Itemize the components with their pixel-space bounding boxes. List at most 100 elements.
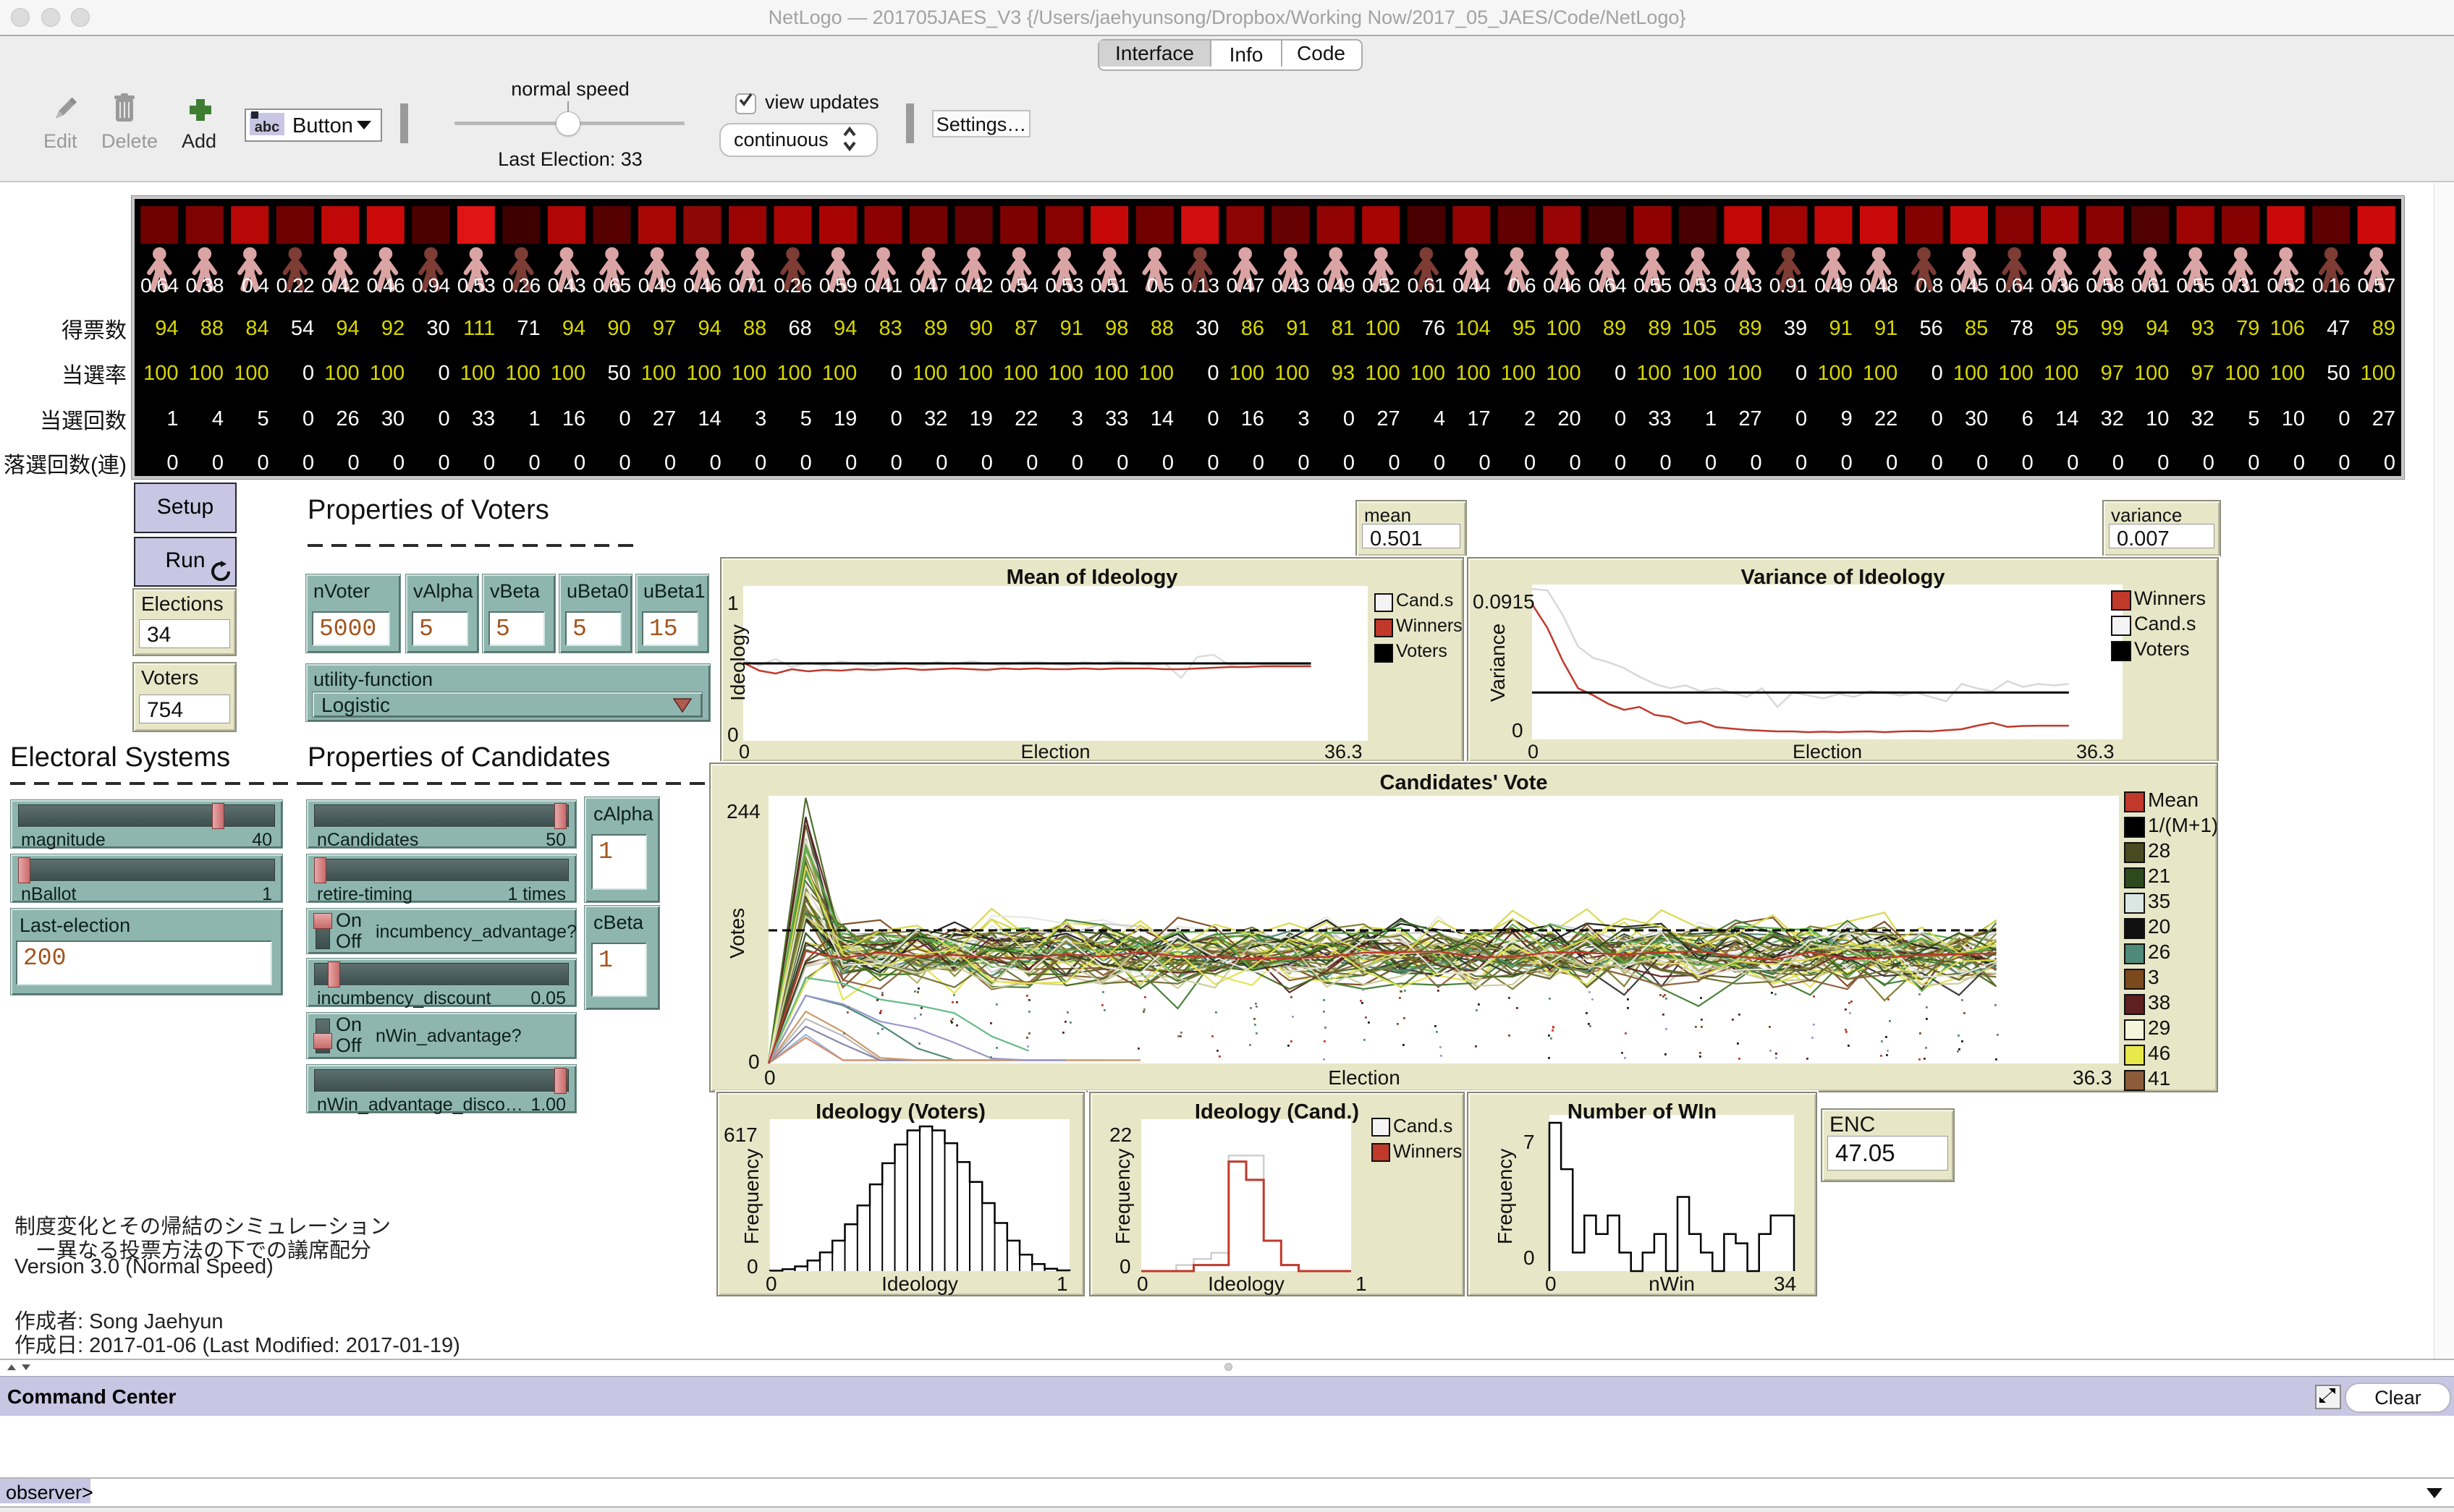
svg-text:0.46: 0.46 (1543, 274, 1581, 297)
svg-text:0: 0 (574, 451, 585, 474)
svg-text:0: 0 (393, 451, 405, 474)
svg-text:0: 0 (1253, 451, 1264, 474)
svg-text:0.44: 0.44 (1452, 274, 1491, 297)
svg-text:0.47: 0.47 (1227, 274, 1265, 297)
svg-text:0.13: 0.13 (1181, 274, 1219, 297)
svg-text:0: 0 (1751, 451, 1762, 474)
svg-text:0.46: 0.46 (367, 274, 405, 297)
svg-text:0: 0 (936, 451, 947, 474)
svg-text:14: 14 (698, 407, 722, 430)
svg-text:0: 0 (2022, 451, 2034, 474)
svg-text:91: 91 (1286, 317, 1309, 340)
svg-text:20: 20 (1557, 407, 1581, 430)
svg-text:97: 97 (2101, 362, 2124, 385)
svg-text:106: 106 (2270, 317, 2305, 340)
svg-text:100: 100 (1365, 362, 1400, 385)
svg-text:0.61: 0.61 (2131, 274, 2170, 297)
svg-text:89: 89 (924, 317, 947, 340)
svg-text:93: 93 (2191, 317, 2214, 340)
svg-text:10: 10 (2282, 407, 2305, 430)
svg-text:0.59: 0.59 (819, 274, 858, 297)
svg-text:0: 0 (1478, 451, 1490, 474)
svg-text:89: 89 (2372, 317, 2395, 340)
svg-text:100: 100 (1682, 362, 1717, 385)
svg-text:100: 100 (1863, 362, 1897, 385)
svg-text:0: 0 (1976, 451, 1988, 474)
svg-text:0: 0 (1932, 407, 1943, 430)
svg-text:0.64: 0.64 (1588, 274, 1627, 297)
svg-text:0: 0 (1795, 362, 1807, 385)
svg-text:0: 0 (1117, 451, 1128, 474)
svg-text:0.91: 0.91 (1769, 274, 1808, 297)
svg-text:111: 111 (463, 317, 495, 340)
svg-text:0.45: 0.45 (1950, 274, 1989, 297)
svg-text:100: 100 (189, 362, 224, 385)
svg-text:100: 100 (2134, 362, 2169, 385)
svg-text:0.22: 0.22 (276, 274, 315, 297)
svg-text:5: 5 (257, 407, 268, 430)
svg-text:22: 22 (1874, 407, 1897, 430)
svg-text:0: 0 (302, 362, 314, 385)
svg-text:0.5: 0.5 (1147, 274, 1174, 297)
svg-text:6: 6 (2022, 407, 2034, 430)
svg-text:0: 0 (302, 451, 314, 474)
svg-text:0.55: 0.55 (2176, 274, 2214, 297)
svg-text:94: 94 (562, 317, 585, 340)
svg-text:0.54: 0.54 (1000, 274, 1038, 297)
svg-text:0.43: 0.43 (1272, 274, 1310, 297)
svg-text:105: 105 (1682, 317, 1717, 340)
svg-text:100: 100 (1546, 362, 1581, 385)
svg-text:0.58: 0.58 (2086, 274, 2124, 297)
svg-text:95: 95 (2055, 317, 2078, 340)
svg-text:0: 0 (1932, 451, 1943, 474)
svg-text:0.47: 0.47 (910, 274, 948, 297)
svg-text:10: 10 (2146, 407, 2169, 430)
svg-text:0: 0 (1705, 451, 1717, 474)
svg-text:88: 88 (200, 317, 224, 340)
svg-text:0: 0 (710, 451, 722, 474)
svg-text:0: 0 (212, 451, 224, 474)
svg-text:86: 86 (1241, 317, 1264, 340)
svg-text:95: 95 (1512, 317, 1536, 340)
svg-text:0.61: 0.61 (1408, 274, 1446, 297)
svg-text:0: 0 (2338, 451, 2350, 474)
svg-text:100: 100 (1817, 362, 1852, 385)
svg-text:0.53: 0.53 (1679, 274, 1717, 297)
svg-text:0.8: 0.8 (1916, 274, 1942, 297)
svg-text:33: 33 (1105, 407, 1128, 430)
svg-text:104: 104 (1455, 317, 1490, 340)
svg-text:100: 100 (1998, 362, 2033, 385)
svg-text:0.42: 0.42 (321, 274, 360, 297)
svg-text:0: 0 (891, 407, 902, 430)
svg-text:0.53: 0.53 (457, 274, 496, 297)
svg-text:3: 3 (755, 407, 766, 430)
svg-text:1: 1 (529, 407, 541, 430)
svg-text:0: 0 (1615, 451, 1626, 474)
svg-text:100: 100 (2270, 362, 2305, 385)
svg-text:0: 0 (438, 407, 449, 430)
svg-text:100: 100 (2044, 362, 2078, 385)
svg-text:0: 0 (347, 451, 359, 474)
svg-text:100: 100 (958, 362, 993, 385)
svg-text:0.52: 0.52 (2267, 274, 2306, 297)
svg-text:0.31: 0.31 (2222, 274, 2260, 297)
svg-text:50: 50 (2327, 362, 2350, 385)
svg-text:47: 47 (2327, 317, 2350, 340)
svg-text:100: 100 (732, 362, 766, 385)
svg-text:100: 100 (1049, 362, 1083, 385)
svg-text:0: 0 (438, 451, 449, 474)
svg-text:94: 94 (834, 317, 857, 340)
svg-text:0.57: 0.57 (2358, 274, 2396, 297)
svg-text:0.43: 0.43 (1724, 274, 1762, 297)
svg-text:0: 0 (1026, 451, 1038, 474)
svg-text:0: 0 (2067, 451, 2078, 474)
svg-text:0: 0 (891, 362, 902, 385)
svg-text:100: 100 (1274, 362, 1309, 385)
svg-text:0: 0 (800, 451, 812, 474)
svg-text:100: 100 (1230, 362, 1264, 385)
svg-text:92: 92 (381, 317, 405, 340)
svg-text:100: 100 (686, 362, 721, 385)
svg-text:54: 54 (291, 317, 314, 340)
svg-text:1: 1 (166, 407, 178, 430)
svg-text:1: 1 (1705, 407, 1717, 430)
